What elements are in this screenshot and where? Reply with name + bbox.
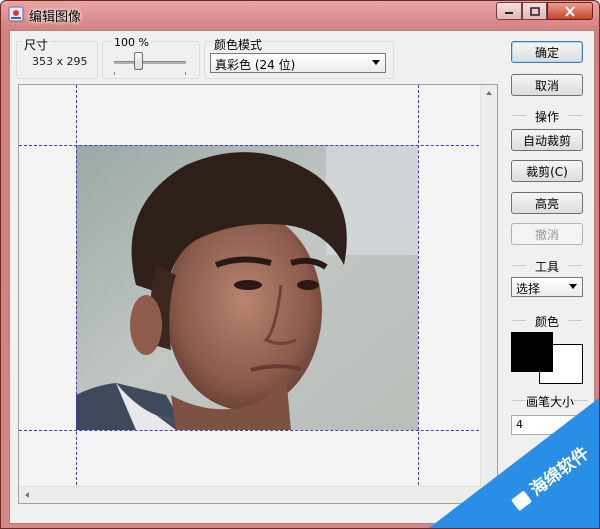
- scroll-up-icon[interactable]: [481, 85, 497, 101]
- cancel-button[interactable]: 取消: [511, 74, 583, 96]
- zoom-slider-track[interactable]: [114, 61, 186, 64]
- primary-color-swatch[interactable]: [511, 332, 553, 372]
- undo-button: 撤消: [511, 223, 583, 245]
- scroll-left-icon[interactable]: [19, 487, 35, 503]
- image-canvas[interactable]: [18, 84, 498, 504]
- editor-window: 编辑图像 尺寸 353 x 295 100 % 颜色模式 真彩色 (24 位): [0, 0, 600, 529]
- tool-select-value: 选择: [516, 282, 541, 296]
- crop-button[interactable]: 裁剪(C): [511, 160, 583, 182]
- minimize-button[interactable]: [496, 2, 522, 20]
- ok-button[interactable]: 确定: [511, 41, 583, 63]
- auto-crop-button[interactable]: 自动裁剪: [511, 129, 583, 151]
- color-mode-label: 颜色模式: [212, 36, 265, 53]
- tools-section-title: 工具: [512, 258, 582, 274]
- chevron-down-icon: [569, 284, 577, 289]
- minimize-icon: [505, 12, 513, 14]
- close-button[interactable]: [547, 2, 593, 20]
- zoom-label: 100 %: [112, 36, 151, 49]
- zoom-slider-thumb[interactable]: [133, 52, 143, 70]
- maximize-button[interactable]: [522, 2, 547, 20]
- title-bar[interactable]: 编辑图像: [1, 1, 599, 27]
- window-title: 编辑图像: [29, 10, 82, 25]
- size-label: 尺寸: [22, 36, 51, 53]
- color-section-title: 颜色: [512, 313, 582, 329]
- close-icon: [565, 5, 575, 17]
- edited-photo: [76, 145, 418, 430]
- chevron-down-icon: [372, 60, 380, 65]
- app-icon: [8, 6, 24, 22]
- crop-guide-top[interactable]: [19, 145, 484, 146]
- tool-select[interactable]: 选择: [511, 277, 583, 297]
- zoom-slider-ticks: [114, 72, 186, 75]
- color-mode-select[interactable]: 真彩色 (24 位): [210, 53, 386, 73]
- maximize-icon: [529, 6, 540, 16]
- watermark: 海绵软件: [429, 398, 599, 528]
- size-value: 353 x 295: [32, 55, 88, 68]
- highlight-button[interactable]: 高亮: [511, 192, 583, 214]
- horizontal-scrollbar[interactable]: [19, 486, 482, 503]
- operations-section-title: 操作: [512, 108, 582, 124]
- color-mode-value: 真彩色 (24 位): [215, 58, 296, 72]
- crop-guide-bottom[interactable]: [19, 430, 484, 431]
